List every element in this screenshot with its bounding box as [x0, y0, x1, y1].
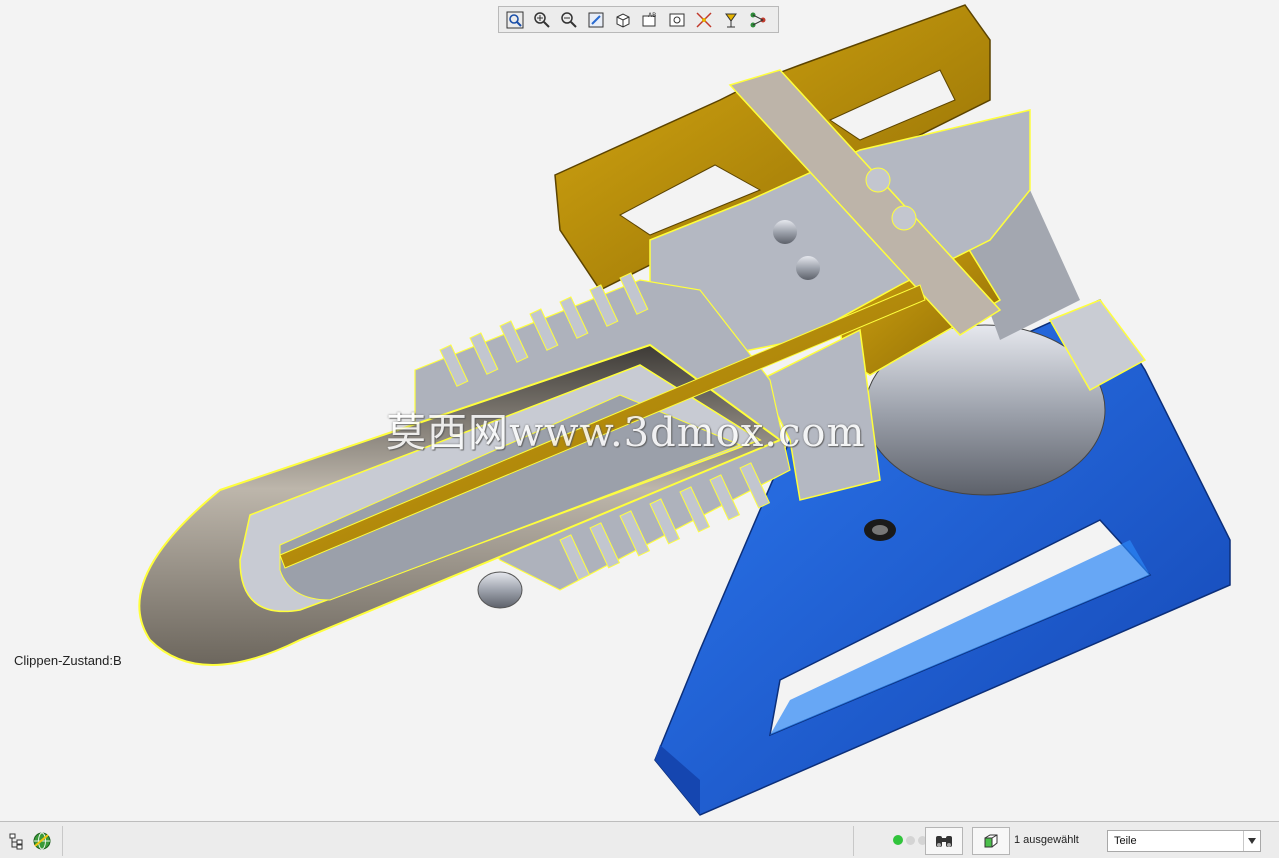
selection-filter-dropdown[interactable]: Teile — [1107, 830, 1261, 852]
selection-count: 1 ausgewählt — [1014, 834, 1079, 846]
status-dot — [906, 835, 915, 845]
browser-toggle-button[interactable] — [31, 830, 53, 852]
annotation-display-button[interactable] — [719, 9, 743, 31]
find-button[interactable] — [925, 827, 963, 855]
saved-views-button[interactable]: AB — [638, 9, 662, 31]
selection-mode-button[interactable] — [972, 827, 1010, 855]
status-bar: 1 ausgewählt Teile — [0, 821, 1279, 858]
annotation-display-icon — [725, 13, 737, 27]
graphics-toolbar: AB — [498, 6, 779, 33]
zoom-fit-icon — [506, 11, 524, 28]
datum-display-icon — [696, 11, 712, 28]
display-style-icon — [616, 12, 630, 28]
display-style-button[interactable] — [611, 9, 635, 31]
zoom-out-button[interactable] — [557, 9, 581, 31]
zoom-out-icon — [561, 11, 577, 28]
part-selection-icon — [984, 834, 998, 848]
repaint-button[interactable] — [584, 9, 608, 31]
zoom-fit-button[interactable] — [503, 9, 527, 31]
repaint-icon — [588, 12, 604, 27]
regeneration-status — [893, 835, 927, 845]
binoculars-icon — [936, 836, 952, 847]
model-tree-icon — [9, 833, 23, 850]
model-tree-toggle-button[interactable] — [6, 830, 28, 852]
status-green-dot — [893, 835, 903, 845]
spin-center-button[interactable] — [746, 9, 770, 31]
view-manager-icon — [669, 13, 685, 26]
saved-views-icon: AB — [642, 12, 656, 26]
watermark-text: 莫西网www.3dmox.com — [386, 410, 866, 456]
selection-filter-value: Teile — [1114, 835, 1137, 847]
chevron-down-icon[interactable] — [1243, 831, 1260, 851]
view-manager-button[interactable] — [665, 9, 689, 31]
zoom-in-icon — [534, 11, 550, 28]
datum-display-button[interactable] — [692, 9, 716, 31]
zoom-in-button[interactable] — [530, 9, 554, 31]
clip-state-label: Clippen-Zustand:B — [14, 653, 122, 668]
browser-globe-icon — [33, 832, 51, 850]
graphics-window[interactable]: AB Clippen-Zustand:B 莫西网www.3dmox.com — [0, 0, 1279, 821]
svg-text:AB: AB — [648, 12, 656, 19]
spin-center-icon — [750, 12, 766, 27]
